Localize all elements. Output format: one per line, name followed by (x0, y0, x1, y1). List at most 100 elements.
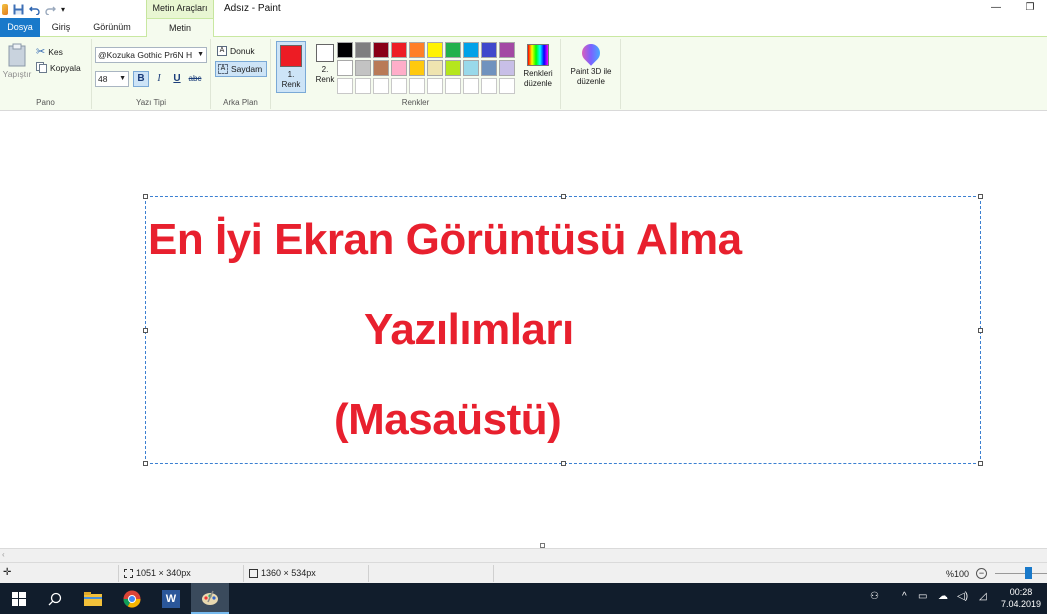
font-family-select[interactable]: @Kozuka Gothic Pr6N H ▼ (95, 47, 207, 63)
palette-swatch[interactable] (337, 42, 353, 58)
battery-icon[interactable]: ▭ (918, 591, 927, 602)
undo-icon[interactable] (29, 4, 40, 16)
volume-icon[interactable]: ◁) (957, 591, 968, 602)
palette-swatch[interactable] (463, 42, 479, 58)
show-hidden-icons-icon[interactable]: ^ (902, 591, 907, 602)
resize-handle-bm[interactable] (561, 461, 566, 466)
tab-file[interactable]: Dosya (0, 18, 40, 37)
network-icon[interactable]: ☁ (938, 591, 948, 602)
ribbon-tabs: Dosya Giriş Görünüm Metin (0, 18, 1047, 38)
resize-handle-tr[interactable] (978, 194, 983, 199)
people-icon[interactable]: ⚇ (870, 591, 879, 602)
redo-icon[interactable] (45, 4, 56, 16)
taskbar-chrome[interactable] (113, 583, 151, 614)
edit-with-paint3d-button[interactable]: Paint 3D ile düzenle (565, 40, 617, 93)
canvas-area[interactable]: En İyi Ekran Görüntüsü Alma Yazılımları … (0, 111, 1047, 548)
search-button[interactable] (36, 583, 74, 614)
status-bar: ✛ 1051 × 340px 1360 × 534px %100 − (0, 562, 1047, 583)
resize-handle-tm[interactable] (561, 194, 566, 199)
font-group: @Kozuka Gothic Pr6N H ▼ 48 ▼ B I U abc Y… (92, 39, 211, 109)
font-size-select[interactable]: 48 ▼ (95, 71, 129, 87)
palette-swatch[interactable] (337, 78, 353, 94)
taskbar-file-explorer[interactable] (74, 583, 112, 614)
palette-swatch[interactable] (409, 60, 425, 76)
scissors-icon: ✂ (36, 46, 46, 58)
zoom-value: %100 (946, 568, 970, 579)
palette-swatch[interactable] (481, 42, 497, 58)
opaque-option[interactable]: A Donuk (215, 43, 267, 59)
zoom-slider-thumb[interactable] (1025, 567, 1032, 579)
edit-colors-label-1: Renkleri (523, 69, 553, 78)
palette-swatch[interactable] (355, 78, 371, 94)
palette-swatch[interactable] (463, 60, 479, 76)
save-icon[interactable] (13, 4, 24, 15)
palette-swatch[interactable] (337, 60, 353, 76)
wifi-icon[interactable]: ◿ (979, 591, 987, 602)
color1-label-2: Renk (281, 80, 301, 89)
tab-view[interactable]: Görünüm (84, 18, 140, 37)
text-box[interactable]: En İyi Ekran Görüntüsü Alma Yazılımları … (143, 194, 983, 466)
palette-swatch[interactable] (445, 78, 461, 94)
selection-size-value: 1051 × 340px (136, 568, 191, 578)
palette-swatch[interactable] (427, 42, 443, 58)
copy-button[interactable]: Kopyala (36, 62, 81, 73)
customize-qat-icon[interactable]: ▾ (61, 4, 72, 15)
palette-swatch[interactable] (463, 78, 479, 94)
palette-swatch[interactable] (481, 78, 497, 94)
taskbar-clock[interactable]: 00:28 7.04.2019 (1001, 586, 1041, 610)
palette-swatch[interactable] (481, 60, 497, 76)
underline-button[interactable]: U (169, 71, 185, 87)
color2-swatch (316, 44, 334, 62)
palette-swatch[interactable] (355, 42, 371, 58)
background-group-label: Arka Plan (223, 98, 258, 107)
tab-home[interactable]: Giriş (44, 18, 78, 37)
palette-swatch[interactable] (391, 78, 407, 94)
tab-text[interactable]: Metin (146, 18, 214, 38)
palette-swatch[interactable] (499, 78, 515, 94)
start-button[interactable] (0, 583, 38, 614)
palette-swatch[interactable] (373, 60, 389, 76)
zoom-out-button[interactable]: − (976, 568, 988, 579)
palette-swatch[interactable] (355, 60, 371, 76)
copy-label: Kopyala (50, 62, 81, 73)
edit-colors-button[interactable]: Renkleri düzenle (519, 41, 557, 93)
minimize-button[interactable]: — (981, 0, 1011, 18)
resize-handle-mr[interactable] (978, 328, 983, 333)
palette-swatch[interactable] (427, 60, 443, 76)
resize-handle-tl[interactable] (143, 194, 148, 199)
resize-handle-ml[interactable] (143, 328, 148, 333)
transparent-option[interactable]: A Saydam (215, 61, 267, 77)
taskbar-word[interactable]: W (152, 583, 190, 614)
selection-icon (124, 568, 133, 578)
zoom-slider[interactable] (995, 573, 1047, 574)
horizontal-scrollbar[interactable]: ‹ (0, 543, 1047, 562)
color2-button[interactable]: 2. Renk (310, 41, 340, 93)
color1-button[interactable]: 1. Renk (276, 41, 306, 93)
palette-swatch[interactable] (445, 60, 461, 76)
strikethrough-button[interactable]: abc (187, 71, 203, 87)
resize-handle-br[interactable] (978, 461, 983, 466)
palette-swatch[interactable] (409, 78, 425, 94)
paste-button[interactable]: Yapıştır (2, 43, 32, 79)
colors-group-label: Renkler (401, 98, 430, 107)
taskbar-paint[interactable] (191, 583, 229, 614)
clipboard-group: Yapıştır ✂ Kes Kopyala Pano (0, 39, 92, 109)
palette-swatch[interactable] (409, 42, 425, 58)
palette-swatch[interactable] (373, 78, 389, 94)
palette-swatch[interactable] (499, 60, 515, 76)
scroll-left-icon[interactable]: ‹ (2, 550, 5, 559)
palette-swatch[interactable] (445, 42, 461, 58)
palette-swatch[interactable] (391, 42, 407, 58)
cut-label: Kes (48, 46, 63, 57)
palette-swatch[interactable] (499, 42, 515, 58)
palette-swatch[interactable] (373, 42, 389, 58)
canvas-resize-handle[interactable] (540, 543, 545, 548)
paint-app-icon[interactable] (2, 3, 8, 15)
italic-button[interactable]: I (151, 71, 167, 87)
palette-swatch[interactable] (391, 60, 407, 76)
resize-handle-bl[interactable] (143, 461, 148, 466)
restore-button[interactable]: ❐ (1015, 0, 1045, 18)
palette-swatch[interactable] (427, 78, 443, 94)
bold-button[interactable]: B (133, 71, 149, 87)
cut-button[interactable]: ✂ Kes (36, 45, 63, 58)
